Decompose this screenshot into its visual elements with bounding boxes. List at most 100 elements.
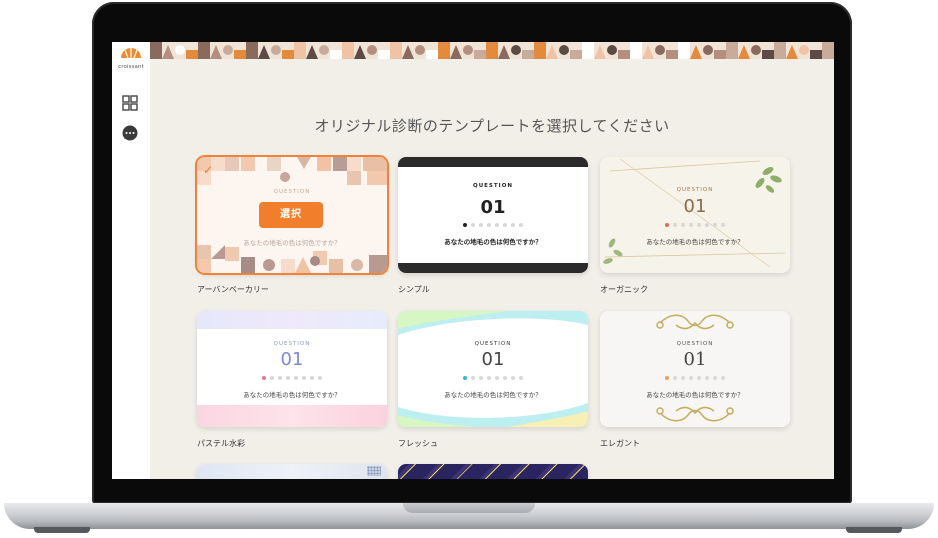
- template-name[interactable]: オーガニック: [600, 284, 648, 295]
- partial-card-2-fill: [398, 464, 588, 479]
- banner-shape: [438, 42, 450, 59]
- question-number: 01: [280, 349, 304, 370]
- banner-shape: [486, 42, 498, 59]
- banner-shape: [390, 42, 402, 59]
- template-name[interactable]: パステル水彩: [197, 438, 245, 449]
- banner-shape: [570, 50, 582, 59]
- question-number: 01: [683, 196, 707, 217]
- banner-shape: [703, 45, 713, 55]
- croissant-logo-icon: [121, 48, 141, 59]
- top-bar: [398, 157, 588, 167]
- banner-shape: [474, 50, 486, 59]
- question-text: あなたの地毛の色は何色ですか？: [444, 238, 542, 246]
- question-label: QUESTION: [273, 341, 311, 347]
- question-text: あなたの地毛の色は何色ですか？: [646, 391, 744, 399]
- banner-shape: [810, 50, 822, 59]
- question-text: あなたの地毛の色は何色ですか？: [243, 239, 341, 247]
- logo[interactable]: croissant: [116, 44, 146, 70]
- banner-shape: [607, 45, 617, 55]
- progress-dots: [600, 223, 790, 227]
- banner-shape: [330, 50, 342, 59]
- question-text: あなたの地毛の色は何色ですか？: [243, 391, 341, 399]
- template-card-organic[interactable]: QUESTION 01 あなたの地毛の色は何色ですか？: [600, 157, 790, 273]
- template-card-elegant[interactable]: QUESTION 01 あなたの地毛の色は何色ですか？: [600, 311, 790, 427]
- page-title: オリジナル診断のテンプレートを選択してください: [314, 117, 670, 135]
- banner-shape: [582, 42, 594, 59]
- laptop-foot-left: [34, 527, 90, 533]
- banner-shape: [198, 42, 210, 59]
- chat-icon[interactable]: [121, 124, 139, 142]
- banner-shape: [666, 50, 678, 59]
- question-label: QUESTION: [473, 183, 513, 189]
- banner-shape: [271, 45, 281, 55]
- banner-shape: [630, 42, 642, 59]
- question-number: 01: [683, 349, 707, 370]
- banner-shape: [655, 45, 665, 55]
- progress-dots: [600, 376, 790, 380]
- question-number: 01: [481, 349, 505, 370]
- template-name[interactable]: フレッシュ: [398, 438, 438, 449]
- bottom-bar: [398, 263, 588, 273]
- banner-shape: [799, 45, 809, 55]
- question-number: 01: [480, 197, 506, 218]
- banner-shape: [822, 42, 834, 59]
- app-screen: croissant オリジナル診断のテンプレートを選択してください ✓ QUES…: [112, 42, 834, 479]
- banner-shape: [534, 42, 546, 59]
- partial-card-1-fill: [197, 464, 387, 479]
- select-button[interactable]: 選択: [259, 202, 323, 228]
- banner-shape: [774, 42, 786, 59]
- question-text: あなたの地毛の色は何色ですか？: [444, 391, 542, 399]
- template-name[interactable]: アーバンベーカリー: [197, 284, 269, 295]
- banner-shape: [618, 50, 630, 59]
- banner-shape: [234, 50, 246, 59]
- banner-shape: [559, 45, 569, 55]
- template-card-fresh[interactable]: QUESTION 01 あなたの地毛の色は何色ですか？: [398, 311, 588, 427]
- template-card-partial-2[interactable]: [398, 464, 588, 479]
- banner-shape: [415, 45, 425, 55]
- progress-dots: [197, 376, 387, 380]
- banner-shape: [342, 42, 354, 59]
- laptop-foot-right: [846, 527, 902, 533]
- banner-shape: [726, 42, 738, 59]
- banner-shape: [175, 45, 185, 55]
- template-card-partial-1[interactable]: [197, 464, 387, 479]
- banner-shape: [714, 50, 726, 59]
- banner-shape: [463, 45, 473, 55]
- dot-pattern: [367, 466, 381, 476]
- grid-icon[interactable]: [121, 94, 139, 112]
- template-card-urban-bakery[interactable]: ✓ QUESTION 選択 あなたの地毛の色は何色ですか？: [197, 157, 387, 273]
- pattern-banner: [150, 42, 834, 59]
- banner-shape: [522, 50, 534, 59]
- banner-shape: [319, 45, 329, 55]
- banner-shape: [186, 50, 198, 59]
- checkmark-icon: ✓: [203, 163, 214, 177]
- banner-shape: [378, 50, 390, 59]
- template-card-simple[interactable]: QUESTION 01 あなたの地毛の色は何色ですか？: [398, 157, 588, 273]
- progress-dots: [398, 376, 588, 380]
- template-card-pastel[interactable]: QUESTION 01 あなたの地毛の色は何色ですか？: [197, 311, 387, 427]
- template-name[interactable]: シンプル: [398, 284, 430, 295]
- banner-shape: [426, 50, 438, 59]
- banner-shape: [762, 50, 774, 59]
- pastel-bottom-band: [197, 405, 387, 427]
- question-label: QUESTION: [474, 341, 512, 347]
- banner-shape: [282, 50, 294, 59]
- banner-shape: [294, 42, 306, 59]
- template-name[interactable]: エレガント: [600, 438, 640, 449]
- banner-shape: [751, 45, 761, 55]
- question-text: あなたの地毛の色は何色ですか？: [646, 238, 744, 246]
- logo-text: croissant: [118, 64, 144, 70]
- banner-shape: [511, 45, 521, 55]
- banner-shape: [678, 42, 690, 59]
- progress-dots: [398, 223, 588, 227]
- question-label: QUESTION: [273, 189, 311, 195]
- banner-shape: [246, 42, 258, 59]
- question-label: QUESTION: [676, 187, 714, 193]
- sidebar: croissant: [112, 42, 150, 479]
- question-label: QUESTION: [676, 341, 714, 347]
- banner-shape: [150, 42, 162, 59]
- laptop-notch: [403, 503, 535, 513]
- banner-shape: [223, 45, 233, 55]
- banner-shape: [367, 45, 377, 55]
- pastel-top-band: [197, 311, 387, 329]
